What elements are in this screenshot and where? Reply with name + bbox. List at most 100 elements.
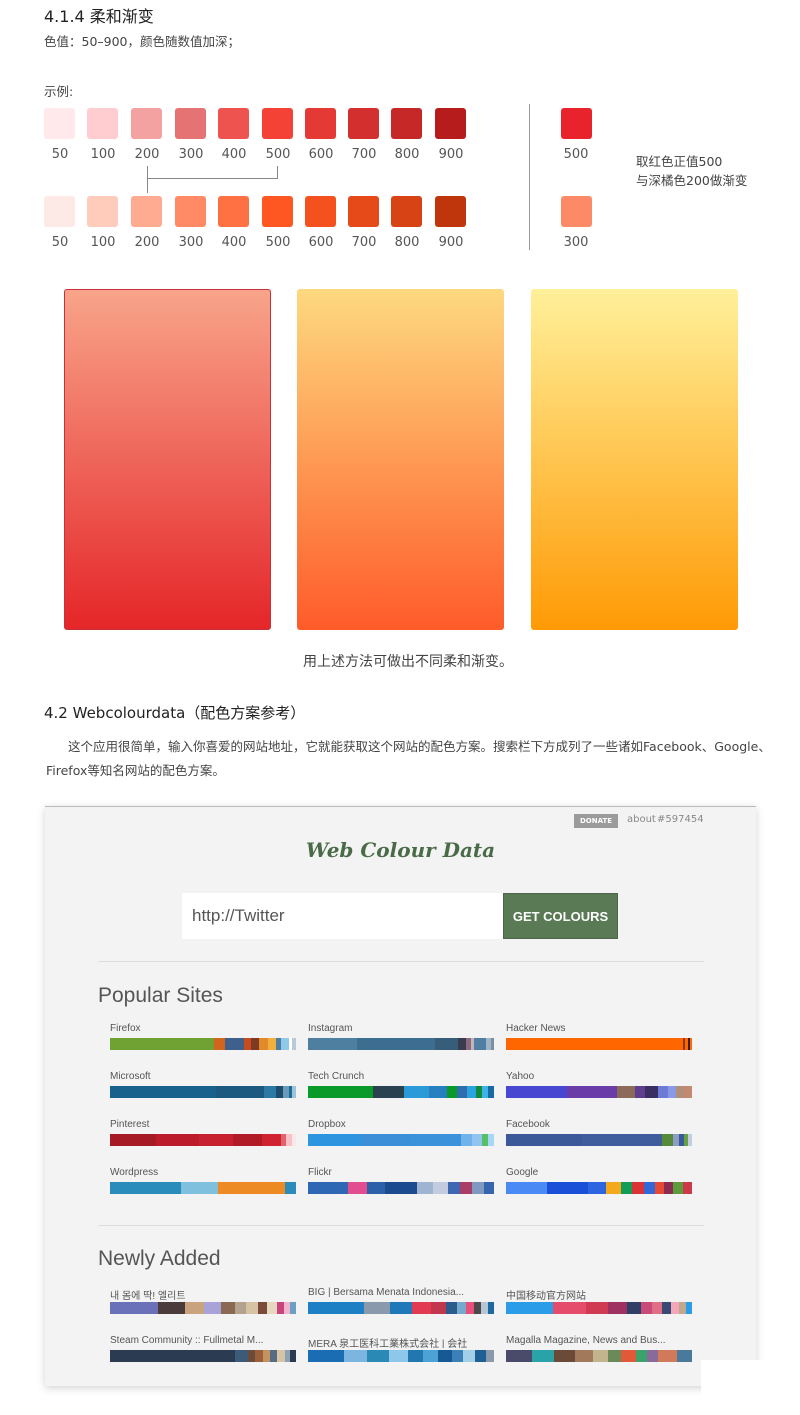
site-palette[interactable]: Wordpress [110,1167,296,1194]
palette-segment [110,1038,215,1050]
palette-segment [445,1302,457,1314]
palette-segment [221,1302,235,1314]
site-palette[interactable]: Flickr [308,1167,494,1194]
site-palette[interactable]: Facebook [506,1119,692,1146]
palette-segment [664,1182,674,1194]
divider [98,961,704,962]
palette-segment [488,1302,494,1314]
palette-segment [448,1182,461,1194]
palette-bar[interactable] [110,1038,296,1050]
site-palette[interactable]: 내 몸에 딱! 엘리트 [110,1287,296,1314]
palette-segment [671,1302,679,1314]
site-name[interactable]: Magalla Magazine, News and Bus... [506,1335,692,1348]
site-name[interactable]: Facebook [506,1119,692,1132]
palette-bar[interactable] [308,1182,494,1194]
palette-segment [506,1134,582,1146]
gradient-caption: 用上述方法可做出不同柔和渐变。 [303,654,513,670]
site-palette[interactable]: BIG | Bersama Menata Indonesia... [308,1287,494,1314]
palette-bar[interactable] [110,1182,296,1194]
site-palette[interactable]: Steam Community :: Fullmetal M... [110,1335,296,1362]
site-logo: Web Colour Data [305,838,496,862]
red-swatch-label: 500 [265,147,291,162]
palette-bar[interactable] [110,1134,296,1146]
palette-segment [690,1038,692,1050]
newly-added-title: Newly Added [98,1247,221,1270]
orange-swatch-label: 100 [90,235,116,250]
site-name[interactable]: Tech Crunch [308,1071,494,1084]
palette-segment [546,1182,588,1194]
palette-segment [367,1350,389,1362]
orange-swatch-300 [175,196,206,227]
site-palette[interactable]: Tech Crunch [308,1071,494,1098]
palette-segment [574,1350,594,1362]
palette-segment [373,1086,405,1098]
section-paragraph: 这个应用很简单，输入你喜爱的网站地址，它就能获取这个网站的配色方案。搜索栏下方成… [46,739,771,778]
palette-segment [432,1182,449,1194]
red-swatch-200 [131,108,162,139]
site-palette[interactable]: Dropbox [308,1119,494,1146]
site-name[interactable]: Yahoo [506,1071,692,1084]
site-palette[interactable]: Pinterest [110,1119,296,1146]
site-name[interactable]: 中国移动官方网站 [506,1287,692,1300]
site-name[interactable]: Wordpress [110,1167,296,1180]
site-name[interactable]: Microsoft [110,1071,296,1084]
palette-bar[interactable] [110,1086,296,1098]
site-palette[interactable]: 中国移动官方网站 [506,1287,692,1314]
site-palette[interactable]: Instagram [308,1023,494,1050]
palette-bar[interactable] [506,1086,692,1098]
red-swatch-100 [87,108,118,139]
site-name[interactable]: MERA 泉工医科工業株式会社 | 会社 [308,1335,494,1348]
site-palette[interactable]: Yahoo [506,1071,692,1098]
site-name[interactable]: BIG | Bersama Menata Indonesia... [308,1287,494,1300]
site-name[interactable]: Steam Community :: Fullmetal M... [110,1335,296,1348]
palette-bar[interactable] [506,1302,692,1314]
site-palette[interactable]: Firefox [110,1023,296,1050]
palette-segment [474,1038,486,1050]
palette-segment [214,1038,226,1050]
palette-bar[interactable] [506,1182,692,1194]
site-palette[interactable]: MERA 泉工医科工業株式会社 | 会社 [308,1335,494,1362]
gradient-note: 取红色正值500 与深橘色200做渐变 [636,152,747,190]
palette-bar[interactable] [308,1350,494,1362]
palette-segment [472,1134,483,1146]
orange-swatch-label: 200 [134,235,160,250]
palette-bar[interactable] [308,1302,494,1314]
palette-bar[interactable] [308,1038,494,1050]
palette-bar[interactable] [110,1302,296,1314]
palette-bar[interactable] [308,1086,494,1098]
site-name[interactable]: Google [506,1167,692,1180]
palette-bar[interactable] [506,1134,692,1146]
site-name[interactable]: Instagram [308,1023,494,1036]
site-palette[interactable]: Microsoft [110,1071,296,1098]
site-name[interactable]: Dropbox [308,1119,494,1132]
palette-bar[interactable] [506,1038,692,1050]
palette-segment [412,1302,431,1314]
palette-segment [203,1302,222,1314]
palette-segment [593,1350,609,1362]
site-name[interactable]: Pinterest [110,1119,296,1132]
palette-segment [643,1182,655,1194]
site-name[interactable]: Firefox [110,1023,296,1036]
site-palette[interactable]: Magalla Magazine, News and Bus... [506,1335,692,1362]
palette-segment [635,1086,646,1098]
palette-segment [217,1182,285,1194]
donate-button[interactable]: DONATE [574,814,618,828]
palette-bar[interactable] [308,1134,494,1146]
url-input[interactable] [182,893,503,939]
palette-segment [688,1134,692,1146]
palette-segment [446,1086,458,1098]
palette-segment [532,1350,555,1362]
palette-segment [268,1038,276,1050]
palette-segment [473,1302,481,1314]
palette-segment [292,1086,296,1098]
about-link[interactable]: about [627,814,656,825]
site-name[interactable]: Hacker News [506,1023,692,1036]
site-palette[interactable]: Google [506,1167,692,1194]
site-name[interactable]: 내 몸에 딱! 엘리트 [110,1287,296,1300]
palette-segment [472,1182,485,1194]
get-colours-button[interactable]: GET COLOURS [503,893,618,939]
site-name[interactable]: Flickr [308,1167,494,1180]
palette-bar[interactable] [506,1350,692,1362]
palette-bar[interactable] [110,1350,296,1362]
site-palette[interactable]: Hacker News [506,1023,692,1050]
